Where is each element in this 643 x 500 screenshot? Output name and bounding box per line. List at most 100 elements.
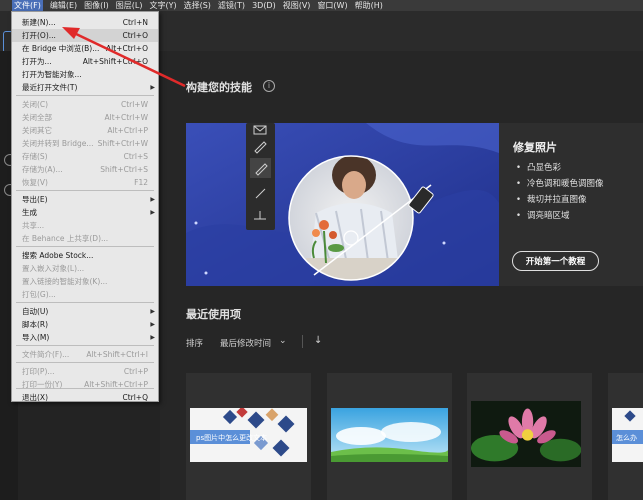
tutorial-image [186, 123, 499, 286]
card-bullet: 调亮暗区域 [516, 209, 604, 221]
menu-item-shortcut: F12 [134, 178, 148, 187]
menu-item-shortcut: Alt+Shift+Ctrl+O [82, 57, 148, 66]
menu-item-label: 生成 [22, 208, 37, 217]
menu-item-label: 打开(O)... [22, 31, 56, 40]
file-menu-item[interactable]: 打印一份(Y) Alt+Shift+Ctrl+P [12, 378, 158, 391]
menubar-item[interactable]: 编辑(E) [50, 0, 77, 11]
file-menu-item[interactable]: 打开为智能对象... [12, 68, 158, 81]
submenu-arrow-icon: ▶ [150, 334, 155, 341]
menu-item-label: 关闭(C) [22, 100, 49, 109]
menu-item-label: 新建(N)... [22, 18, 56, 27]
submenu-arrow-icon: ▶ [150, 321, 155, 328]
menubar-item[interactable]: 图像(I) [84, 0, 109, 11]
menu-item-label: 在 Bridge 中浏览(B)... [22, 44, 100, 53]
menu-separator [16, 302, 154, 303]
file-menu-item[interactable]: 关闭其它 Alt+Ctrl+P [12, 124, 158, 137]
menu-item-label: 存储为(A)... [22, 165, 63, 174]
menu-item-label: 关闭其它 [22, 126, 52, 135]
menu-item-shortcut: Ctrl+P [123, 367, 148, 376]
thumb-caption: 怎么办 [616, 434, 637, 442]
menu-item-label: 打印(P)... [22, 367, 55, 376]
file-menu-item[interactable]: 关闭全部 Alt+Ctrl+W [12, 111, 158, 124]
file-menu-item[interactable]: 生成 ▶ [12, 206, 158, 219]
file-menu-item[interactable]: 打包(G)... [12, 288, 158, 301]
file-menu-item[interactable]: 搜索 Adobe Stock... [12, 249, 158, 262]
menu-item-label: 恢复(V) [22, 178, 48, 187]
menubar-item[interactable]: 窗口(W) [317, 0, 347, 11]
thumb-image [471, 401, 582, 467]
thumb-image [331, 408, 448, 462]
menu-item-label: 关闭全部 [22, 113, 52, 122]
file-menu-item[interactable]: 在 Behance 上共享(D)... [12, 232, 158, 245]
menu-item-shortcut: Alt+Ctrl+W [104, 113, 148, 122]
menu-item-label: 打印一份(Y) [22, 380, 63, 389]
file-menu-item[interactable]: 关闭并转到 Bridge... Shift+Ctrl+W [12, 137, 158, 150]
file-menu-item[interactable]: 打开(O)... Ctrl+O [12, 29, 158, 42]
file-menu-item[interactable]: 新建(N)... Ctrl+N [12, 16, 158, 29]
recent-file-thumb[interactable] [327, 373, 452, 500]
menu-separator [16, 246, 154, 247]
file-menu-item[interactable]: 打开为... Alt+Shift+Ctrl+O [12, 55, 158, 68]
menu-item-shortcut: Shift+Ctrl+S [100, 165, 148, 174]
menu-item-label: 导出(E) [22, 195, 48, 204]
menubar-item[interactable]: 帮助(H) [355, 0, 383, 11]
menu-item-label: 导入(M) [22, 333, 50, 342]
recent-file-thumb[interactable]: 怎么办 [608, 373, 643, 500]
menubar-item[interactable]: 选择(S) [184, 0, 211, 11]
file-menu-item[interactable]: 导出(E) ▶ [12, 193, 158, 206]
card-bullet: 裁切并拉直图像 [516, 193, 604, 205]
menu-item-shortcut: Alt+Shift+Ctrl+P [84, 380, 148, 389]
file-menu-item[interactable]: 导入(M) ▶ [12, 331, 158, 344]
menubar-item[interactable]: 文件(F) [12, 0, 43, 11]
menu-item-shortcut: Ctrl+O [122, 31, 148, 40]
chevron-down-icon[interactable]: ⌄ [279, 336, 287, 346]
file-menu-item[interactable]: 最近打开文件(T) ▶ [12, 81, 158, 94]
menu-item-shortcut: Alt+Ctrl+P [107, 126, 148, 135]
submenu-arrow-icon: ▶ [150, 196, 155, 203]
sort-order-arrow-icon[interactable]: ↓ [314, 335, 322, 346]
submenu-arrow-icon: ▶ [150, 308, 155, 315]
skills-title: 构建您的技能 [186, 81, 252, 94]
menubar-item[interactable]: 滤镜(T) [218, 0, 245, 11]
start-tutorial-button[interactable]: 开始第一个教程 [512, 251, 599, 271]
file-menu-item[interactable]: 退出(X) Ctrl+Q [12, 391, 158, 404]
menubar-item[interactable]: 视图(V) [283, 0, 311, 11]
tutorial-card[interactable]: 修复照片 凸显色彩 冷色调和暖色调图像 裁切并拉直图像 调亮暗区域 开始第一个教… [186, 123, 643, 286]
menubar-item[interactable]: 文字(Y) [149, 0, 176, 11]
thumb-caption: ps图片中怎么更改文本 [196, 434, 268, 442]
sort-divider [302, 335, 303, 348]
menu-item-label: 打开为智能对象... [22, 70, 82, 79]
menu-item-shortcut: Alt+Ctrl+O [106, 44, 148, 53]
menu-item-label: 退出(X) [22, 393, 48, 402]
menu-item-label: 置入嵌入对象(L)... [22, 264, 85, 273]
menubar-item[interactable]: 3D(D) [252, 0, 276, 11]
menu-separator [16, 190, 154, 191]
menu-item-label: 最近打开文件(T) [22, 83, 78, 92]
file-menu-item[interactable]: 共享... [12, 219, 158, 232]
file-menu-item[interactable]: 恢复(V) F12 [12, 176, 158, 189]
file-menu-item[interactable]: 存储为(A)... Shift+Ctrl+S [12, 163, 158, 176]
menu-separator [16, 362, 154, 363]
sort-dropdown[interactable]: 最后修改时间 [220, 337, 271, 349]
file-menu-item[interactable]: 存储(S) Ctrl+S [12, 150, 158, 163]
file-menu-item[interactable]: 脚本(R) ▶ [12, 318, 158, 331]
menu-item-label: 打开为... [22, 57, 52, 66]
file-menu-item[interactable]: 置入嵌入对象(L)... [12, 262, 158, 275]
menu-item-shortcut: Ctrl+N [122, 18, 148, 27]
file-menu-item[interactable]: 置入链接的智能对象(K)... [12, 275, 158, 288]
menubar-item[interactable]: 图层(L) [116, 0, 143, 11]
recent-file-thumb[interactable] [467, 373, 592, 500]
file-menu-item[interactable]: 打印(P)... Ctrl+P [12, 365, 158, 378]
file-menu-item[interactable]: 在 Bridge 中浏览(B)... Alt+Ctrl+O [12, 42, 158, 55]
info-icon[interactable]: i [263, 80, 275, 92]
recent-file-thumb[interactable]: ps图片中怎么更改文本 [186, 373, 311, 500]
menu-item-shortcut: Ctrl+S [123, 152, 148, 161]
menu-item-label: 文件简介(F)... [22, 350, 70, 359]
file-menu-item[interactable]: 自动(U) ▶ [12, 305, 158, 318]
submenu-arrow-icon: ▶ [150, 209, 155, 216]
file-menu-item[interactable]: 文件简介(F)... Alt+Shift+Ctrl+I [12, 348, 158, 361]
card-title: 修复照片 [513, 141, 557, 154]
menu-separator [16, 345, 154, 346]
file-menu-item[interactable]: 关闭(C) Ctrl+W [12, 98, 158, 111]
card-bullet: 凸显色彩 [516, 161, 604, 173]
